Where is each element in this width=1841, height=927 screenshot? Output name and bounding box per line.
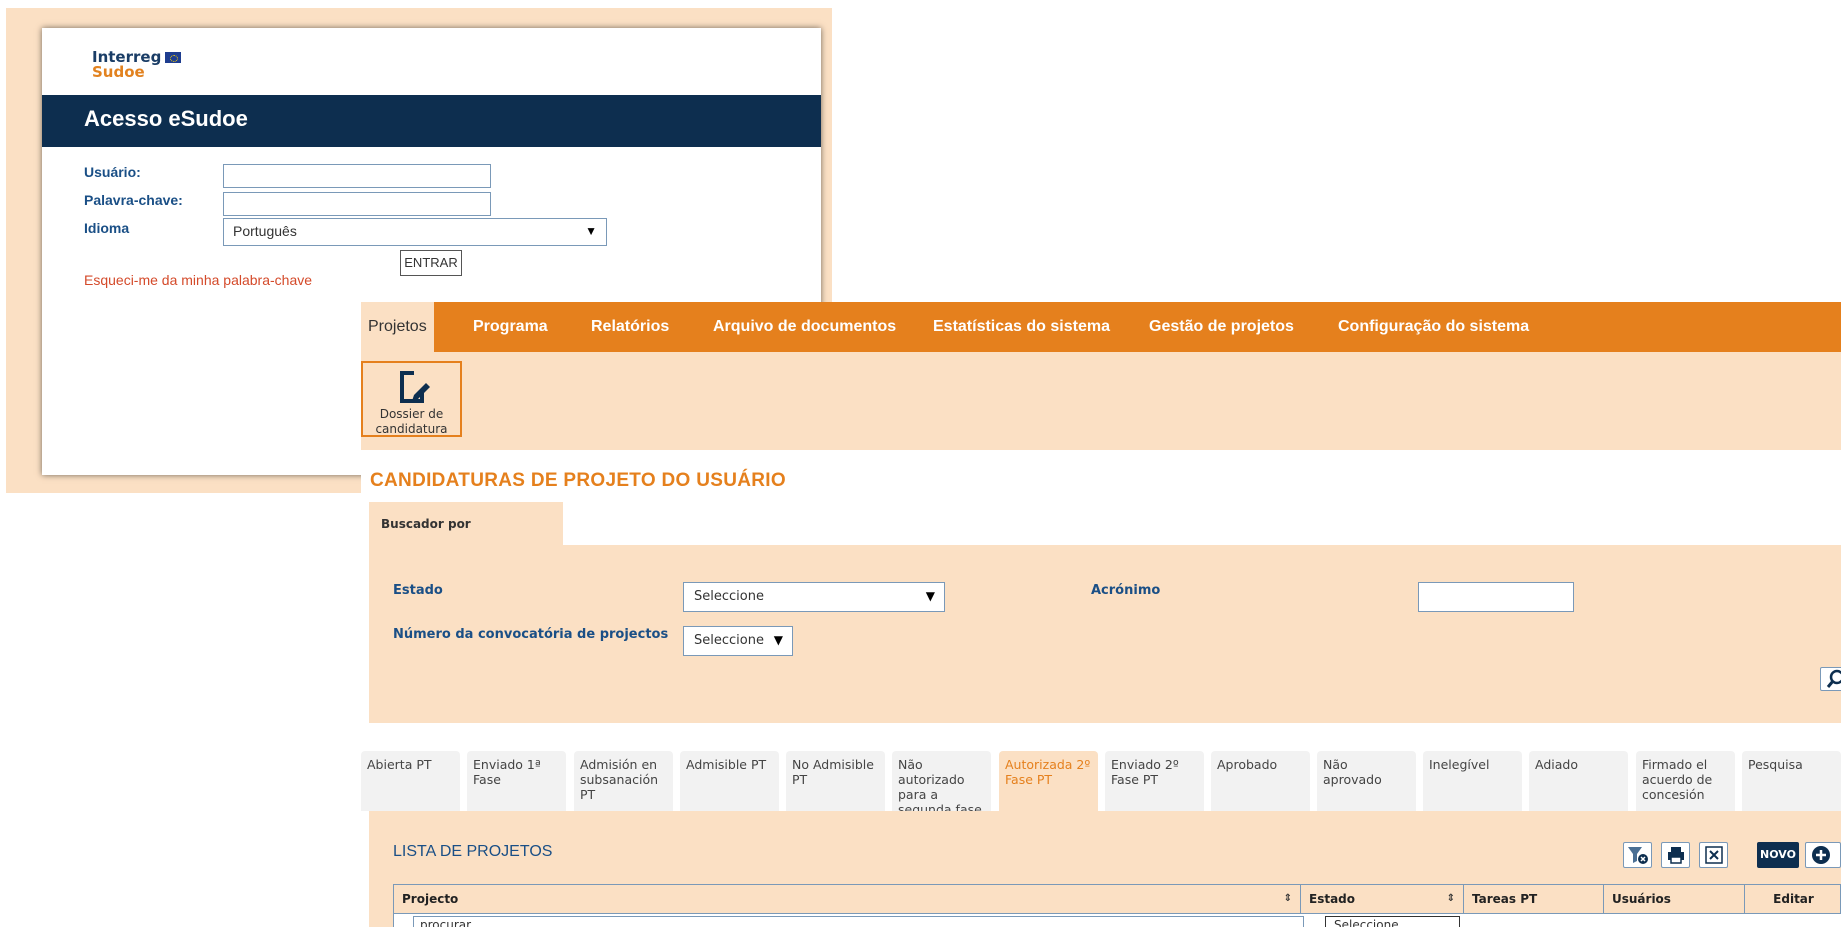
status-tab-no-admisible-pt[interactable]: No Admisible PT	[786, 751, 885, 811]
password-label: Palavra-chave:	[84, 192, 183, 208]
status-tab-nao-aprovado[interactable]: Não aprovado	[1317, 751, 1416, 811]
sub-navigation: Dossier de candidatura	[361, 352, 1841, 450]
nav-item-relatorios[interactable]: Relatórios	[591, 302, 669, 352]
search-panel: Estado Seleccione ▼ Acrónimo Número da c…	[369, 545, 1841, 723]
column-header-usuarios[interactable]: Usuários	[1604, 885, 1745, 913]
column-header-estado[interactable]: Estado ⇕	[1301, 885, 1464, 913]
status-tab-enviado-1-fase[interactable]: Enviado 1ª Fase	[467, 751, 566, 811]
chevron-down-icon: ▼	[585, 224, 597, 238]
status-tab-nao-autorizado[interactable]: Não autorizado para a segunda fase	[892, 751, 991, 811]
plus-circle-icon	[1812, 846, 1830, 864]
numero-convocatoria-select[interactable]: Seleccione ▼	[683, 626, 793, 656]
nav-item-arquivo-documentos[interactable]: Arquivo de documentos	[713, 302, 896, 352]
dossier-label-line1: Dossier de	[379, 407, 444, 421]
estado-filter-value: Seleccione	[1334, 918, 1399, 927]
add-project-button[interactable]	[1805, 842, 1841, 868]
numero-convocatoria-label: Número da convocatória de projectos	[393, 627, 669, 642]
password-input[interactable]	[223, 192, 491, 216]
status-tab-abierta-pt[interactable]: Abierta PT	[361, 751, 460, 811]
edit-document-icon	[399, 371, 430, 403]
projecto-filter-input[interactable]: procurar	[413, 916, 1304, 927]
column-header-editar[interactable]: Editar	[1745, 885, 1841, 913]
print-icon	[1668, 847, 1684, 864]
status-tab-enviado-2-fase[interactable]: Enviado 2º Fase PT	[1105, 751, 1204, 811]
nav-item-estatisticas[interactable]: Estatísticas do sistema	[933, 302, 1110, 352]
status-tab-admisible-pt[interactable]: Admisible PT	[680, 751, 779, 811]
column-label-projecto: Projecto	[402, 892, 459, 906]
excel-icon	[1705, 846, 1723, 864]
sort-icon: ⇕	[1446, 893, 1455, 904]
interreg-sudoe-logo: Interreg Sudoe	[92, 50, 182, 81]
clear-filter-icon	[1628, 847, 1648, 864]
estado-label: Estado	[393, 583, 443, 598]
export-excel-button[interactable]	[1699, 842, 1728, 868]
tab-buscador-convocatoria[interactable]: Buscador por Convocatoria	[369, 502, 563, 575]
logo-sudoe-text: Sudoe	[92, 63, 145, 81]
app-window: Projetos Programa Relatórios Arquivo de …	[361, 302, 1841, 927]
nav-item-programa[interactable]: Programa	[473, 302, 548, 352]
status-tab-firmado-acuerdo[interactable]: Firmado el acuerdo de concesión	[1636, 751, 1735, 811]
status-tab-admision-subsanacion[interactable]: Admisión en subsanación PT	[574, 751, 673, 811]
nav-item-configuracao[interactable]: Configuração do sistema	[1338, 302, 1529, 352]
search-button[interactable]	[1820, 667, 1841, 691]
forgot-password-link[interactable]: Esqueci-me da minha palabra-chave	[84, 272, 312, 288]
user-label: Usuário:	[84, 164, 141, 180]
sort-icon: ⇕	[1283, 893, 1292, 904]
status-tab-pesquisa[interactable]: Pesquisa	[1742, 751, 1841, 811]
chevron-down-icon: ▼	[925, 589, 935, 603]
nav-item-projetos[interactable]: Projetos	[361, 302, 434, 352]
nav-item-gestao-projetos[interactable]: Gestão de projetos	[1149, 302, 1294, 352]
acronimo-input[interactable]	[1418, 582, 1574, 612]
estado-select[interactable]: Seleccione ▼	[683, 582, 945, 612]
status-tab-autorizada-2-fase[interactable]: Autorizada 2º Fase PT	[999, 751, 1098, 815]
language-label: Idioma	[84, 220, 130, 236]
column-header-projecto[interactable]: Projecto ⇕	[394, 885, 1301, 913]
language-select-value: Português	[233, 223, 297, 239]
enter-button[interactable]: ENTRAR	[400, 250, 462, 276]
numero-select-value: Seleccione	[694, 633, 764, 648]
acronimo-label: Acrónimo	[1091, 583, 1161, 598]
login-header: Acesso eSudoe	[42, 95, 821, 147]
status-tab-aprobado[interactable]: Aprobado	[1211, 751, 1310, 811]
print-button[interactable]	[1661, 842, 1690, 868]
search-icon	[1826, 669, 1841, 688]
eu-flag-icon	[165, 52, 182, 63]
login-title: Acesso eSudoe	[84, 106, 248, 131]
chevron-down-icon: ▼	[773, 633, 783, 647]
language-select[interactable]: Português ▼	[223, 218, 607, 246]
status-tab-inelegivel[interactable]: Inelegível	[1423, 751, 1522, 811]
estado-select-value: Seleccione	[694, 589, 764, 604]
user-input[interactable]	[223, 164, 491, 188]
column-label-estado: Estado	[1309, 892, 1356, 906]
clear-filter-button[interactable]	[1623, 842, 1652, 868]
status-tab-adiado[interactable]: Adiado	[1529, 751, 1628, 811]
top-navigation: Projetos Programa Relatórios Arquivo de …	[361, 302, 1841, 352]
estado-filter-select[interactable]: Seleccione	[1325, 916, 1460, 927]
novo-button[interactable]: NOVO	[1757, 842, 1799, 868]
table-filter-row: procurar Seleccione	[393, 914, 1841, 927]
list-title: LISTA DE PROJETOS	[393, 843, 553, 860]
project-table-header: Projecto ⇕ Estado ⇕ Tareas PT Usuários E…	[393, 884, 1841, 914]
page-title: CANDIDATURAS DE PROJETO DO USUÁRIO	[370, 470, 786, 491]
dossier-label-line2: candidatura	[375, 422, 448, 436]
project-list-panel: LISTA DE PROJETOS NOVO Projecto ⇕ Estado…	[369, 811, 1841, 927]
column-header-tareas-pt[interactable]: Tareas PT	[1464, 885, 1604, 913]
dossier-candidatura-button[interactable]: Dossier de candidatura	[361, 361, 462, 437]
